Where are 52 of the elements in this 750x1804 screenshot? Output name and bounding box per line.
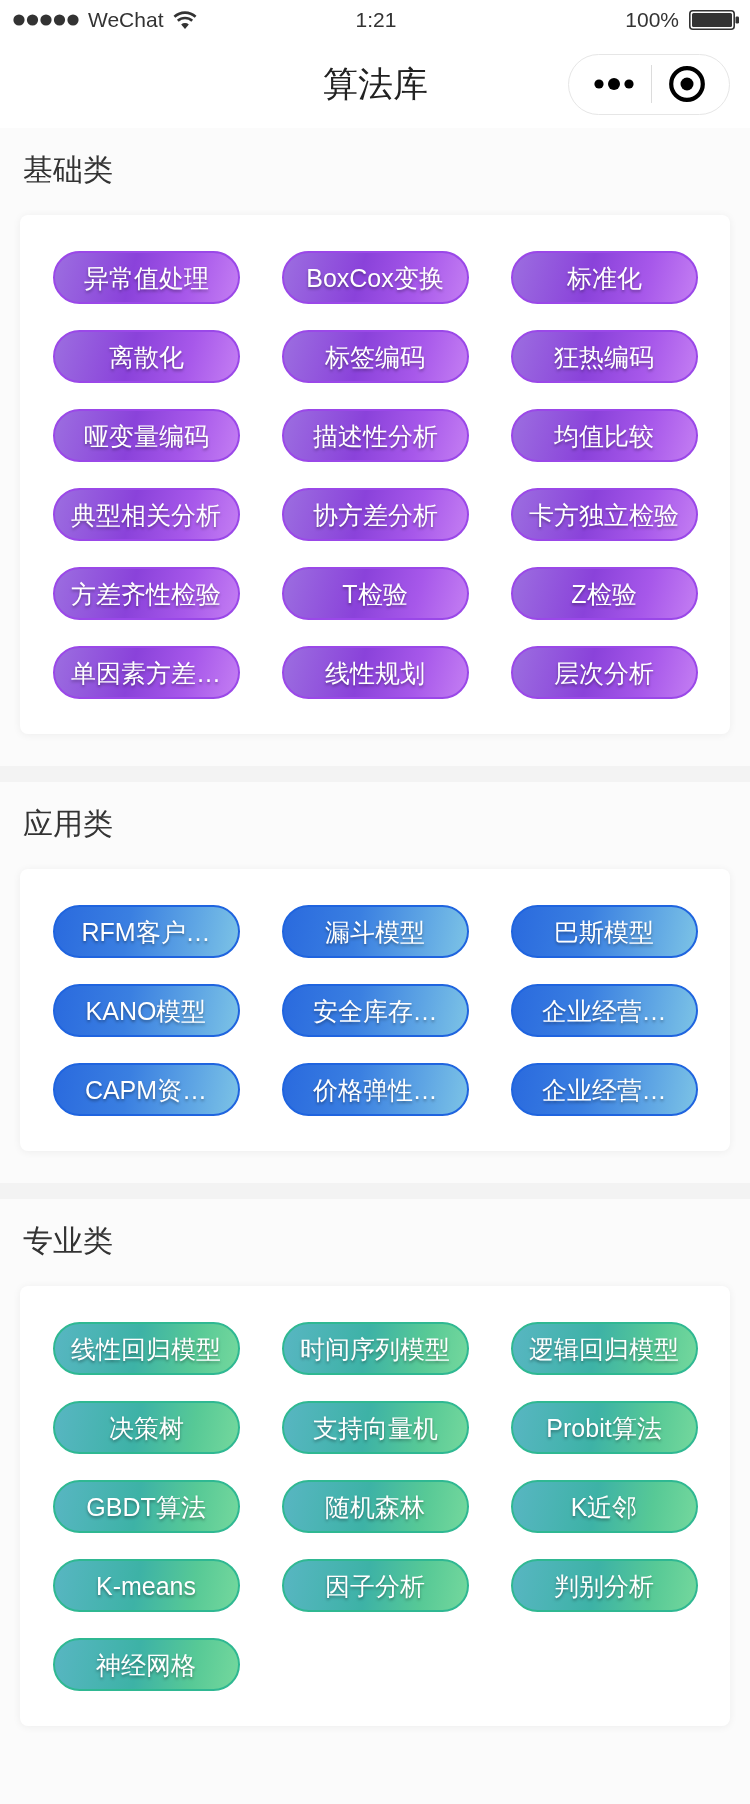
algorithm-button[interactable]: Probit算法 <box>510 1401 698 1454</box>
algorithm-button[interactable]: 因子分析 <box>281 1559 469 1612</box>
more-icon[interactable] <box>593 78 634 90</box>
algorithm-button[interactable]: K近邻 <box>510 1480 698 1533</box>
algorithm-button[interactable]: 企业经营… <box>510 984 698 1037</box>
algorithm-button[interactable]: 判别分析 <box>510 1559 698 1612</box>
algorithm-button[interactable]: 逻辑回归模型 <box>510 1322 698 1375</box>
algorithm-button[interactable]: 安全库存… <box>281 984 469 1037</box>
algorithm-button[interactable]: 均值比较 <box>510 409 698 462</box>
wifi-icon <box>173 11 198 29</box>
algorithm-button[interactable]: 哑变量编码 <box>52 409 240 462</box>
algorithm-button[interactable]: T检验 <box>281 567 469 620</box>
algorithm-button[interactable]: 巴斯模型 <box>510 905 698 958</box>
algorithm-button[interactable]: 层次分析 <box>510 646 698 699</box>
algorithm-button[interactable]: 漏斗模型 <box>281 905 469 958</box>
algorithm-button[interactable]: 支持向量机 <box>281 1401 469 1454</box>
algorithm-button[interactable]: RFM客户… <box>52 905 240 958</box>
algorithm-button[interactable]: GBDT算法 <box>52 1480 240 1533</box>
ring-dot-icon[interactable] <box>668 66 705 102</box>
algorithm-button[interactable]: KANO模型 <box>52 984 240 1037</box>
status-time: 1:21 <box>355 7 397 33</box>
algorithm-button[interactable]: 典型相关分析 <box>52 488 240 541</box>
battery-percent: 100% <box>625 7 679 33</box>
battery-icon <box>689 10 739 30</box>
algorithm-button[interactable]: 离散化 <box>52 330 240 383</box>
algorithm-button[interactable]: 企业经营… <box>510 1063 698 1116</box>
carrier-name: WeChat <box>88 7 164 33</box>
section-title: 基础类 <box>23 152 113 188</box>
algorithm-button[interactable]: 线性规划 <box>281 646 469 699</box>
algorithm-button[interactable]: 卡方独立检验 <box>510 488 698 541</box>
algorithm-button[interactable]: 随机森林 <box>281 1480 469 1533</box>
algorithm-button[interactable]: 单因素方差… <box>52 646 240 699</box>
algorithm-button[interactable]: K-means <box>52 1559 240 1612</box>
algorithm-button[interactable]: 决策树 <box>52 1401 240 1454</box>
algorithm-button[interactable]: 描述性分析 <box>281 409 469 462</box>
algorithm-button[interactable]: Z检验 <box>510 567 698 620</box>
algorithm-button[interactable]: CAPM资… <box>52 1063 240 1116</box>
signal-dots-icon <box>13 14 79 26</box>
algorithm-button[interactable]: 时间序列模型 <box>281 1322 469 1375</box>
algorithm-button[interactable]: 协方差分析 <box>281 488 469 541</box>
section-title: 专业类 <box>23 1223 113 1259</box>
algorithm-button[interactable]: 价格弹性… <box>281 1063 469 1116</box>
algorithm-button[interactable]: 狂热编码 <box>510 330 698 383</box>
algorithm-button[interactable]: 神经网格 <box>52 1638 240 1691</box>
algorithm-button[interactable]: BoxCox变换 <box>281 251 469 304</box>
algorithm-button[interactable]: 线性回归模型 <box>52 1322 240 1375</box>
page-title: 算法库 <box>322 63 428 105</box>
algorithm-button[interactable]: 方差齐性检验 <box>52 567 240 620</box>
algorithm-button[interactable]: 异常值处理 <box>52 251 240 304</box>
algorithm-button[interactable]: 标签编码 <box>281 330 469 383</box>
section-title: 应用类 <box>23 806 113 842</box>
algorithm-button[interactable]: 标准化 <box>510 251 698 304</box>
